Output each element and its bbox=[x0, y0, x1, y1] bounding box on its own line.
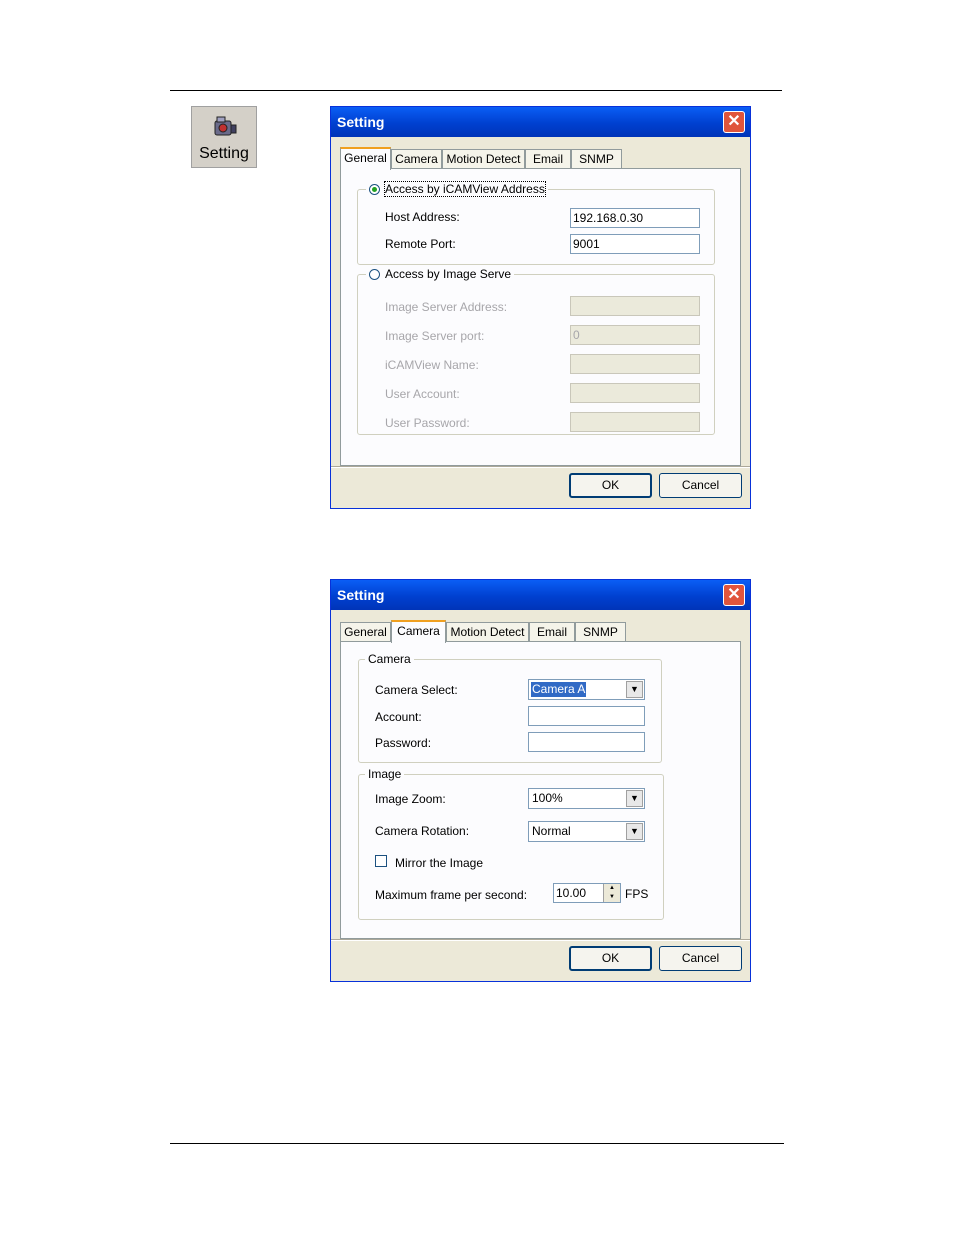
tab-general[interactable]: General bbox=[340, 147, 391, 170]
image-server-address-input[interactable] bbox=[570, 296, 700, 316]
settings-camera-icon bbox=[214, 116, 237, 136]
image-group-label: Image bbox=[365, 767, 405, 781]
close-icon[interactable]: ✕ bbox=[723, 111, 745, 133]
tab-camera[interactable]: Camera bbox=[391, 620, 446, 643]
tab-email[interactable]: Email bbox=[525, 149, 571, 169]
user-account-input[interactable] bbox=[570, 383, 700, 403]
header-rule bbox=[170, 90, 782, 91]
fps-unit-label: FPS bbox=[625, 887, 649, 901]
camera-select-dropdown[interactable]: Camera A ▼ bbox=[528, 679, 645, 700]
camera-tab-panel: Camera Camera Select: Camera A ▼ Account… bbox=[340, 641, 741, 939]
tab-snmp[interactable]: SNMP bbox=[571, 149, 622, 169]
remote-port-label: Remote Port: bbox=[385, 237, 456, 251]
cancel-button[interactable]: Cancel bbox=[659, 946, 742, 971]
chevron-down-icon[interactable]: ▼ bbox=[626, 790, 643, 807]
password-input[interactable] bbox=[528, 732, 645, 752]
spin-down-icon[interactable]: ▼ bbox=[604, 893, 620, 902]
radio-icon bbox=[369, 184, 380, 195]
radio-icamview-address[interactable]: Access by iCAMView Address bbox=[366, 181, 548, 197]
tab-motion-detect[interactable]: Motion Detect bbox=[446, 622, 529, 642]
dialog-titlebar: Setting ✕ bbox=[331, 107, 750, 137]
dialog-titlebar: Setting ✕ bbox=[331, 580, 750, 610]
general-tab-panel: Access by iCAMView Address Host Address:… bbox=[340, 168, 741, 466]
account-input[interactable] bbox=[528, 706, 645, 726]
ok-button[interactable]: OK bbox=[569, 473, 652, 498]
user-account-label: User Account: bbox=[385, 387, 460, 401]
image-zoom-value: 100% bbox=[532, 791, 563, 805]
close-icon[interactable]: ✕ bbox=[723, 584, 745, 606]
image-server-port-input[interactable]: 0 bbox=[570, 325, 700, 345]
setting-dialog-camera: Setting ✕ General Camera Motion Detect E… bbox=[330, 579, 751, 982]
camera-group-label: Camera bbox=[365, 652, 414, 666]
host-address-label: Host Address: bbox=[385, 210, 460, 224]
setting-toolbar-button[interactable]: Setting bbox=[191, 106, 257, 168]
camera-rotation-dropdown[interactable]: Normal ▼ bbox=[528, 821, 645, 842]
account-label: Account: bbox=[375, 710, 422, 724]
remote-port-input[interactable]: 9001 bbox=[570, 234, 700, 254]
group-image-server: Access by Image Serve Image Server Addre… bbox=[357, 267, 715, 435]
chevron-down-icon[interactable]: ▼ bbox=[626, 681, 643, 698]
icamview-name-input[interactable] bbox=[570, 354, 700, 374]
user-password-label: User Password: bbox=[385, 416, 470, 430]
group-camera: Camera Camera Select: Camera A ▼ Account… bbox=[358, 652, 662, 763]
host-address-input[interactable]: 192.168.0.30 bbox=[570, 208, 700, 228]
user-password-input[interactable] bbox=[570, 412, 700, 432]
max-fps-value: 10.00 bbox=[556, 886, 587, 900]
camera-rotation-label: Camera Rotation: bbox=[375, 824, 470, 838]
radio-image-server[interactable]: Access by Image Serve bbox=[366, 267, 515, 281]
dialog-separator bbox=[331, 466, 750, 468]
dialog-title: Setting bbox=[337, 114, 385, 130]
dialog-separator bbox=[331, 939, 750, 941]
tab-snmp[interactable]: SNMP bbox=[575, 622, 626, 642]
password-label: Password: bbox=[375, 736, 432, 750]
mirror-image-label: Mirror the Image bbox=[395, 856, 484, 870]
max-fps-label: Maximum frame per second: bbox=[375, 888, 528, 902]
footer-rule bbox=[170, 1143, 784, 1144]
group-image: Image Image Zoom: 100% ▼ Camera Rotation… bbox=[358, 767, 664, 920]
dialog-title: Setting bbox=[337, 587, 385, 603]
camera-rotation-value: Normal bbox=[532, 824, 571, 838]
image-zoom-label: Image Zoom: bbox=[375, 792, 446, 806]
image-server-port-label: Image Server port: bbox=[385, 329, 485, 343]
icamview-name-label: iCAMView Name: bbox=[385, 358, 479, 372]
tab-motion-detect[interactable]: Motion Detect bbox=[442, 149, 525, 169]
camera-select-label: Camera Select: bbox=[375, 683, 458, 697]
spin-up-icon[interactable]: ▲ bbox=[604, 884, 620, 893]
tab-camera[interactable]: Camera bbox=[391, 149, 442, 169]
image-zoom-dropdown[interactable]: 100% ▼ bbox=[528, 788, 645, 809]
group-icamview-address: Access by iCAMView Address Host Address:… bbox=[357, 181, 715, 265]
image-server-address-label: Image Server Address: bbox=[385, 300, 508, 314]
chevron-down-icon[interactable]: ▼ bbox=[626, 823, 643, 840]
setting-dialog-general: Setting ✕ General Camera Motion Detect E… bbox=[330, 106, 751, 509]
radio-icon bbox=[369, 269, 380, 280]
tab-email[interactable]: Email bbox=[529, 622, 575, 642]
spinner-buttons[interactable]: ▲ ▼ bbox=[603, 884, 620, 902]
tab-general[interactable]: General bbox=[340, 622, 391, 642]
camera-select-value: Camera A bbox=[529, 681, 588, 698]
max-fps-spinner[interactable]: 10.00 ▲ ▼ bbox=[553, 883, 621, 903]
cancel-button[interactable]: Cancel bbox=[659, 473, 742, 498]
setting-toolbar-label: Setting bbox=[199, 145, 249, 162]
mirror-image-checkbox[interactable] bbox=[375, 855, 387, 867]
ok-button[interactable]: OK bbox=[569, 946, 652, 971]
